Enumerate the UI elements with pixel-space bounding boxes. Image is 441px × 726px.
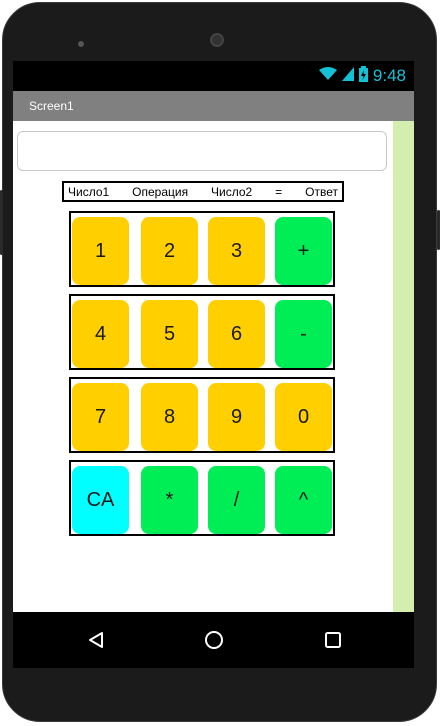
status-bar: 9:48 <box>13 61 414 91</box>
key-multiply[interactable]: * <box>141 466 198 534</box>
front-camera-icon <box>210 33 224 47</box>
title-bar: Screen1 <box>13 91 414 121</box>
header-number2: Число2 <box>211 184 253 199</box>
keypad-row-4: CA * / ^ <box>69 460 335 536</box>
key-2[interactable]: 2 <box>141 217 198 285</box>
key-power[interactable]: ^ <box>275 466 332 534</box>
volume-button <box>0 190 3 255</box>
status-time: 9:48 <box>372 66 406 85</box>
back-triangle-icon[interactable] <box>82 626 110 654</box>
screen-title: Screen1 <box>29 99 74 113</box>
key-3[interactable]: 3 <box>208 217 265 285</box>
keypad-row-1: 1 2 3 + <box>69 211 335 287</box>
key-5[interactable]: 5 <box>141 300 198 368</box>
recents-square-icon[interactable] <box>319 626 347 654</box>
keypad-row-3: 7 8 9 0 <box>69 377 335 453</box>
key-minus[interactable]: - <box>275 300 332 368</box>
key-7[interactable]: 7 <box>72 383 129 451</box>
expression-input[interactable] <box>17 131 387 171</box>
key-1[interactable]: 1 <box>72 217 129 285</box>
screen: 9:48 Screen1 Число1 Операция Число2 = От… <box>13 61 414 612</box>
key-6[interactable]: 6 <box>208 300 265 368</box>
header-equals: = <box>275 184 283 199</box>
key-divide[interactable]: / <box>208 466 265 534</box>
right-panel <box>393 121 414 612</box>
signal-icon <box>341 66 354 86</box>
header-operation: Операция <box>132 184 189 199</box>
key-0[interactable]: 0 <box>275 383 332 451</box>
power-button <box>437 210 440 250</box>
key-9[interactable]: 9 <box>208 383 265 451</box>
header-row: Число1 Операция Число2 = Ответ <box>62 181 344 202</box>
key-plus[interactable]: + <box>275 217 332 285</box>
navigation-bar <box>13 612 414 668</box>
key-clear-all[interactable]: CA <box>72 466 129 534</box>
key-4[interactable]: 4 <box>72 300 129 368</box>
wifi-icon <box>318 66 337 86</box>
keypad-row-2: 4 5 6 - <box>69 294 335 370</box>
header-answer: Ответ <box>305 184 338 199</box>
battery-charging-icon <box>358 65 368 87</box>
header-number1: Число1 <box>68 184 110 199</box>
home-circle-icon[interactable] <box>200 626 228 654</box>
speaker-icon <box>78 41 84 47</box>
key-8[interactable]: 8 <box>141 383 198 451</box>
